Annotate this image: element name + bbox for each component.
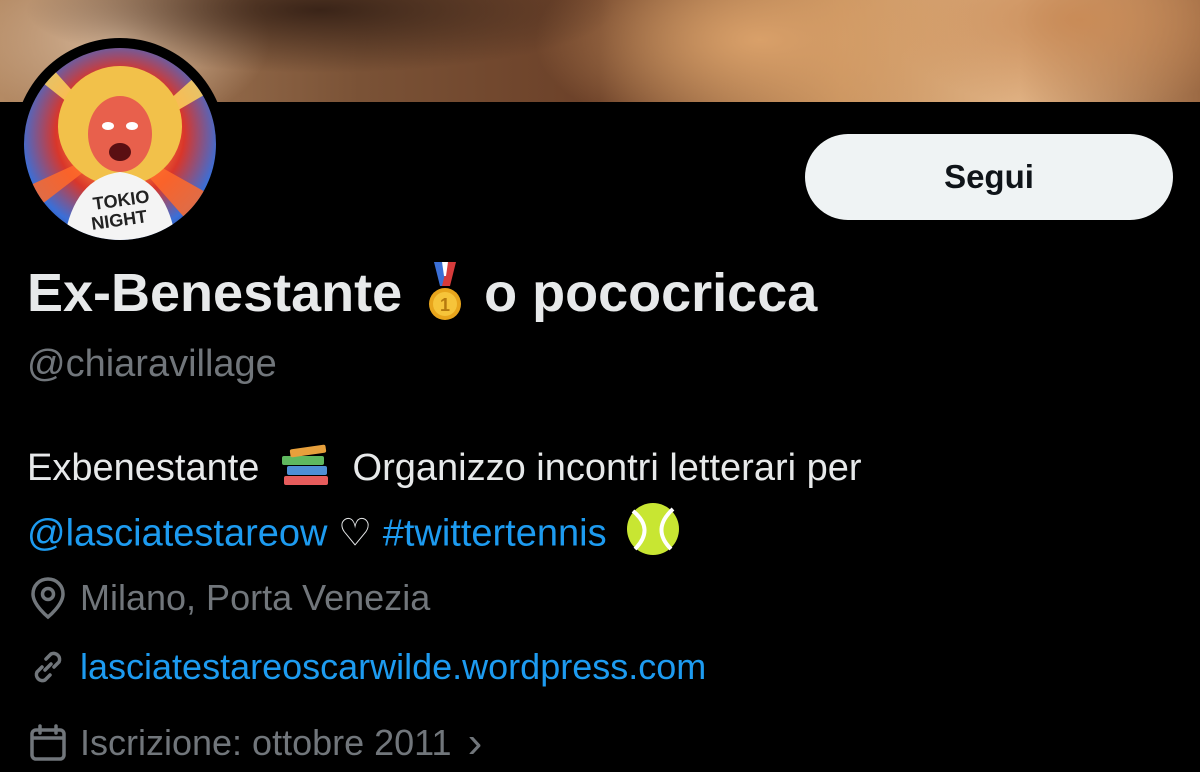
heart-symbol: ♡ — [338, 512, 373, 555]
avatar[interactable]: TOKIO NIGHT — [14, 38, 226, 250]
hashtag-link[interactable]: #twittertennis — [383, 513, 607, 555]
joined-text: Iscrizione: ottobre 2011 — [80, 722, 452, 763]
display-name-part2: o pococricca — [484, 263, 818, 323]
avatar-image: TOKIO NIGHT — [24, 48, 216, 240]
location-text: Milano, Porta Venezia — [80, 577, 431, 618]
joined-row[interactable]: Iscrizione: ottobre 2011 › — [28, 718, 482, 768]
mention-link[interactable]: @lasciatestareow — [27, 513, 327, 555]
first-place-medal-icon: 1 — [428, 262, 462, 324]
link-icon — [34, 651, 62, 683]
svg-text:1: 1 — [440, 295, 450, 315]
display-name: Ex-Benestante 1 o pococricca — [27, 262, 817, 324]
follow-button[interactable]: Segui — [805, 134, 1173, 220]
website-row: lasciatestareoscarwilde.wordpress.com — [28, 646, 706, 688]
tennis-ball-icon — [617, 501, 681, 570]
books-icon — [270, 439, 342, 501]
bio-text-2: Organizzo incontri letterari per — [352, 447, 862, 489]
website-link[interactable]: lasciatestareoscarwilde.wordpress.com — [80, 646, 706, 688]
display-name-part1: Ex-Benestante — [27, 263, 403, 323]
bio-text-1: Exbenestante — [27, 447, 260, 489]
avatar-illustration: TOKIO NIGHT — [24, 48, 216, 240]
location-row: Milano, Porta Venezia — [28, 576, 430, 620]
bio: Exbenestante Organizzo incontri letterar… — [27, 437, 1187, 570]
user-handle: @chiaravillage — [27, 343, 277, 385]
chevron-right-icon: › — [467, 718, 483, 767]
location-pin-icon — [31, 577, 65, 620]
calendar-icon — [30, 724, 66, 761]
